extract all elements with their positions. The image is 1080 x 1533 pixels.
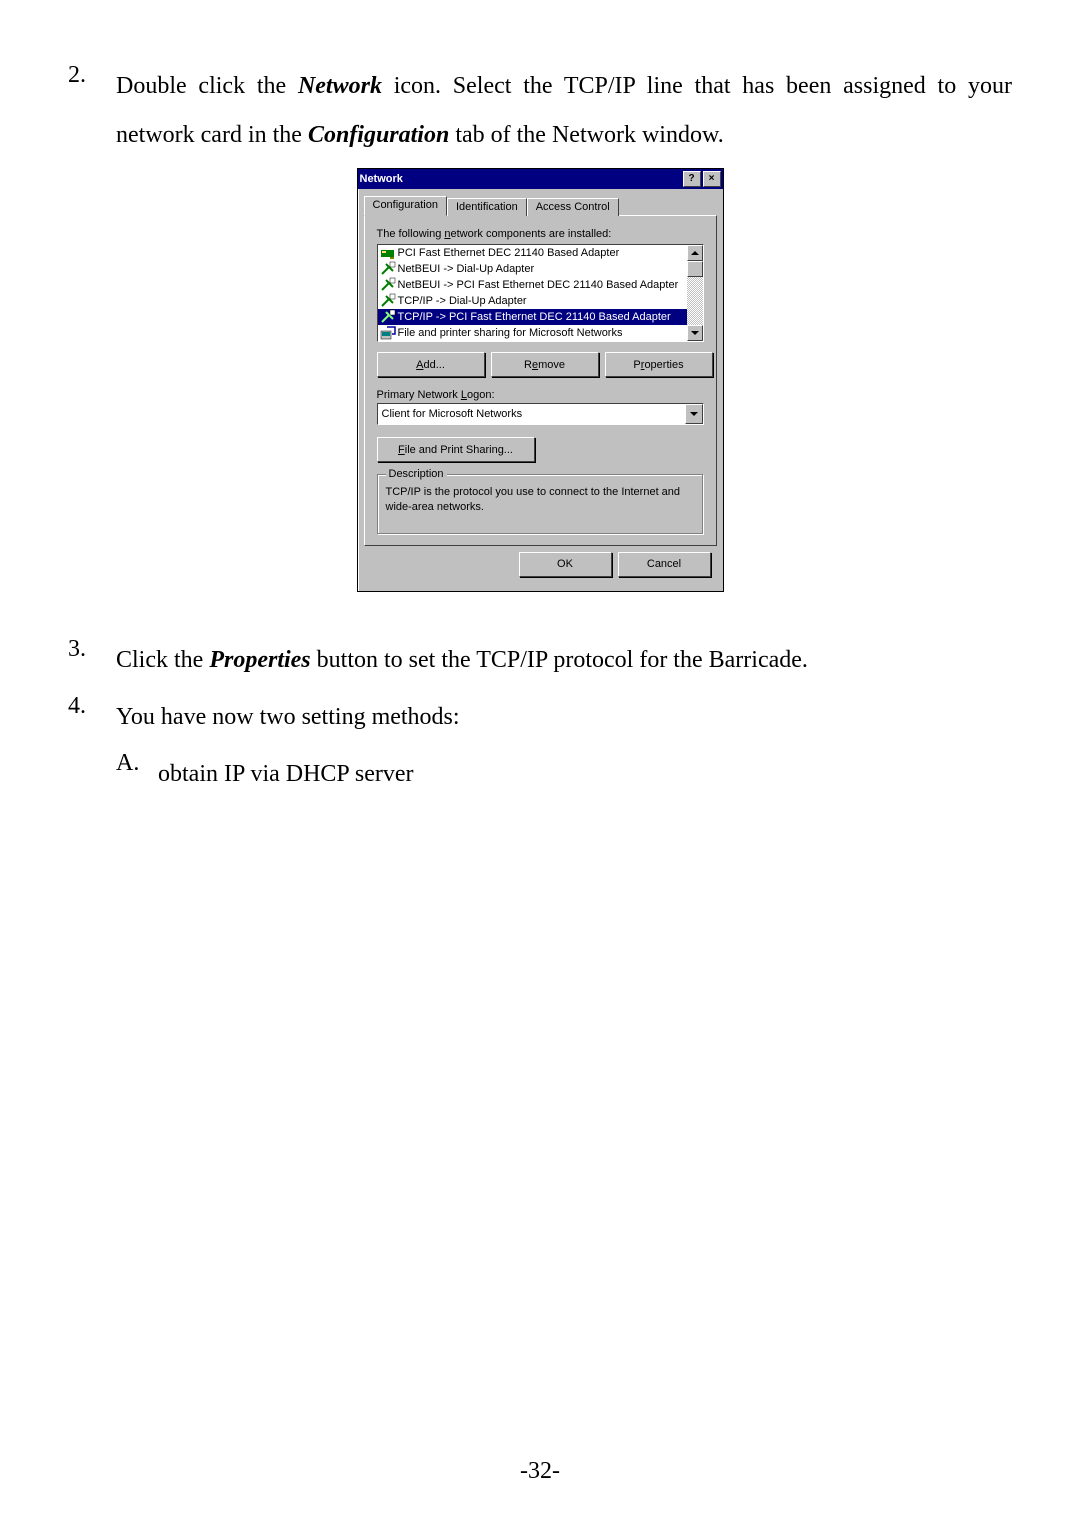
combo-dropdown-button[interactable] — [685, 404, 703, 424]
text: Primary Network — [377, 389, 461, 401]
text: operties — [644, 359, 683, 371]
properties-emph: Properties — [209, 647, 310, 673]
list-item-label: NetBEUI -> Dial-Up Adapter — [398, 263, 535, 275]
text: move — [538, 359, 565, 371]
text: A — [416, 359, 423, 371]
protocol-icon — [380, 293, 396, 309]
close-icon: × — [709, 174, 715, 184]
text: Click the — [116, 647, 209, 673]
protocol-icon — [380, 309, 396, 325]
tab-identification[interactable]: Identification — [447, 198, 527, 216]
step-2-body: Double click the Network icon. Select th… — [116, 62, 1012, 160]
arrow-up-icon — [691, 251, 699, 255]
network-dialog: Network ? × Configuration Identification… — [357, 168, 724, 592]
description-legend: Description — [386, 468, 447, 480]
step-3: 3. Click the Properties button to set th… — [68, 636, 1012, 685]
properties-button[interactable]: Properties — [605, 352, 713, 377]
titlebar[interactable]: Network ? × — [358, 169, 723, 189]
add-button[interactable]: Add... — [377, 352, 485, 377]
network-emph: Network — [298, 73, 382, 99]
components-listbox[interactable]: PCI Fast Ethernet DEC 21140 Based Adapte… — [377, 244, 704, 342]
step-4a: A. obtain IP via DHCP server — [116, 750, 1012, 798]
text: R — [524, 359, 532, 371]
text: Cancel — [647, 558, 681, 570]
step-3-number: 3. — [68, 636, 116, 663]
text: ile and Print Sharing... — [405, 444, 513, 456]
tab-label: Configuration — [373, 199, 438, 211]
text: P — [633, 359, 640, 371]
list-item-label: File and printer sharing for Microsoft N… — [398, 327, 623, 339]
tab-configuration[interactable]: Configuration — [364, 196, 447, 216]
scroll-down-button[interactable] — [687, 325, 703, 341]
list-content: PCI Fast Ethernet DEC 21140 Based Adapte… — [378, 245, 687, 341]
step-4-body: You have now two setting methods: — [116, 693, 1012, 742]
step-4: 4. You have now two setting methods: — [68, 693, 1012, 742]
step-4a-body: obtain IP via DHCP server — [158, 750, 1012, 798]
configuration-emph: Configuration — [308, 122, 449, 148]
window-title: Network — [360, 173, 403, 185]
ok-button[interactable]: OK — [519, 552, 612, 577]
list-item-label: TCP/IP -> Dial-Up Adapter — [398, 295, 527, 307]
arrow-down-icon — [691, 331, 699, 335]
help-icon: ? — [688, 174, 694, 184]
file-share-icon — [380, 325, 396, 341]
text: F — [398, 444, 405, 456]
description-text: TCP/IP is the protocol you use to connec… — [386, 485, 695, 514]
step-2: 2. Double click the Network icon. Select… — [68, 62, 1012, 160]
tab-label: Identification — [456, 201, 518, 213]
list-item[interactable]: NetBEUI -> PCI Fast Ethernet DEC 21140 B… — [378, 277, 687, 293]
combo-value: Client for Microsoft Networks — [382, 408, 523, 420]
description-group: Description TCP/IP is the protocol you u… — [377, 474, 704, 535]
primary-logon-combo[interactable]: Client for Microsoft Networks — [377, 403, 704, 425]
scroll-thumb[interactable] — [687, 261, 703, 277]
scrollbar-vertical[interactable] — [687, 245, 703, 341]
tab-strip: Configuration Identification Access Cont… — [364, 196, 717, 216]
network-card-icon — [380, 245, 396, 261]
text: ogon: — [467, 389, 495, 401]
text: button to set the TCP/IP protocol for th… — [311, 647, 808, 673]
list-item-label: PCI Fast Ethernet DEC 21140 Based Adapte… — [398, 247, 620, 259]
step-4a-letter: A. — [116, 750, 158, 798]
page-number: -32- — [0, 1458, 1080, 1485]
list-item[interactable]: TCP/IP -> Dial-Up Adapter — [378, 293, 687, 309]
close-button[interactable]: × — [703, 171, 721, 187]
scroll-track[interactable] — [687, 277, 703, 325]
text: Double click the — [116, 73, 298, 99]
list-item-label: NetBEUI -> PCI Fast Ethernet DEC 21140 B… — [398, 279, 679, 291]
protocol-icon — [380, 261, 396, 277]
tab-label: Access Control — [536, 201, 610, 213]
list-item[interactable]: PCI Fast Ethernet DEC 21140 Based Adapte… — [378, 245, 687, 261]
list-item[interactable]: NetBEUI -> Dial-Up Adapter — [378, 261, 687, 277]
step-2-number: 2. — [68, 62, 116, 89]
list-item-label: TCP/IP -> PCI Fast Ethernet DEC 21140 Ba… — [398, 311, 671, 323]
list-item[interactable]: File and printer sharing for Microsoft N… — [378, 325, 687, 341]
tab-access-control[interactable]: Access Control — [527, 198, 619, 216]
primary-logon-label: Primary Network Logon: — [377, 389, 704, 401]
text: The following — [377, 228, 445, 240]
components-label: The following network components are ins… — [377, 228, 704, 240]
chevron-down-icon — [690, 412, 698, 416]
text: tab of the Network window. — [449, 122, 723, 148]
remove-button[interactable]: Remove — [491, 352, 599, 377]
file-print-sharing-button[interactable]: File and Print Sharing... — [377, 437, 535, 462]
help-button[interactable]: ? — [683, 171, 701, 187]
scroll-up-button[interactable] — [687, 245, 703, 261]
protocol-icon — [380, 277, 396, 293]
step-4-number: 4. — [68, 693, 116, 720]
text: OK — [557, 558, 573, 570]
text: dd... — [423, 359, 444, 371]
tab-panel-configuration: The following network components are ins… — [364, 215, 717, 546]
step-3-body: Click the Properties button to set the T… — [116, 636, 1012, 685]
text: etwork components are installed: — [451, 228, 612, 240]
cancel-button[interactable]: Cancel — [618, 552, 711, 577]
list-item-selected[interactable]: TCP/IP -> PCI Fast Ethernet DEC 21140 Ba… — [378, 309, 687, 325]
